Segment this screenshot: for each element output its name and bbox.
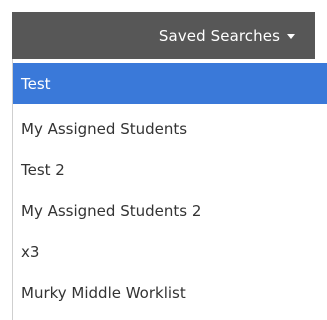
saved-searches-button[interactable]: Saved Searches <box>12 12 315 59</box>
caret-down-icon <box>287 34 295 39</box>
menu-item-x3[interactable]: x3 <box>13 231 327 272</box>
menu-item-label: x3 <box>21 242 40 261</box>
saved-searches-label: Saved Searches <box>158 26 280 45</box>
menu-item-murky-middle-worklist[interactable]: Murky Middle Worklist <box>13 272 327 313</box>
saved-searches-menu: Test My Assigned Students Test 2 My Assi… <box>12 59 327 320</box>
saved-searches-dropdown: Saved Searches Test My Assigned Students… <box>0 0 327 320</box>
menu-item-label: Test 2 <box>21 160 65 179</box>
menu-item-label: My Assigned Students <box>21 119 188 138</box>
menu-item-test-2[interactable]: Test 2 <box>13 149 327 190</box>
menu-item-label: Test <box>21 74 51 93</box>
menu-item-test[interactable]: Test <box>13 63 327 104</box>
menu-item-label: My Assigned Students 2 <box>21 201 202 220</box>
menu-item-my-assigned-students-2[interactable]: My Assigned Students 2 <box>13 190 327 231</box>
menu-item-label: Murky Middle Worklist <box>21 283 186 302</box>
menu-item-my-assigned-students[interactable]: My Assigned Students <box>13 108 327 149</box>
